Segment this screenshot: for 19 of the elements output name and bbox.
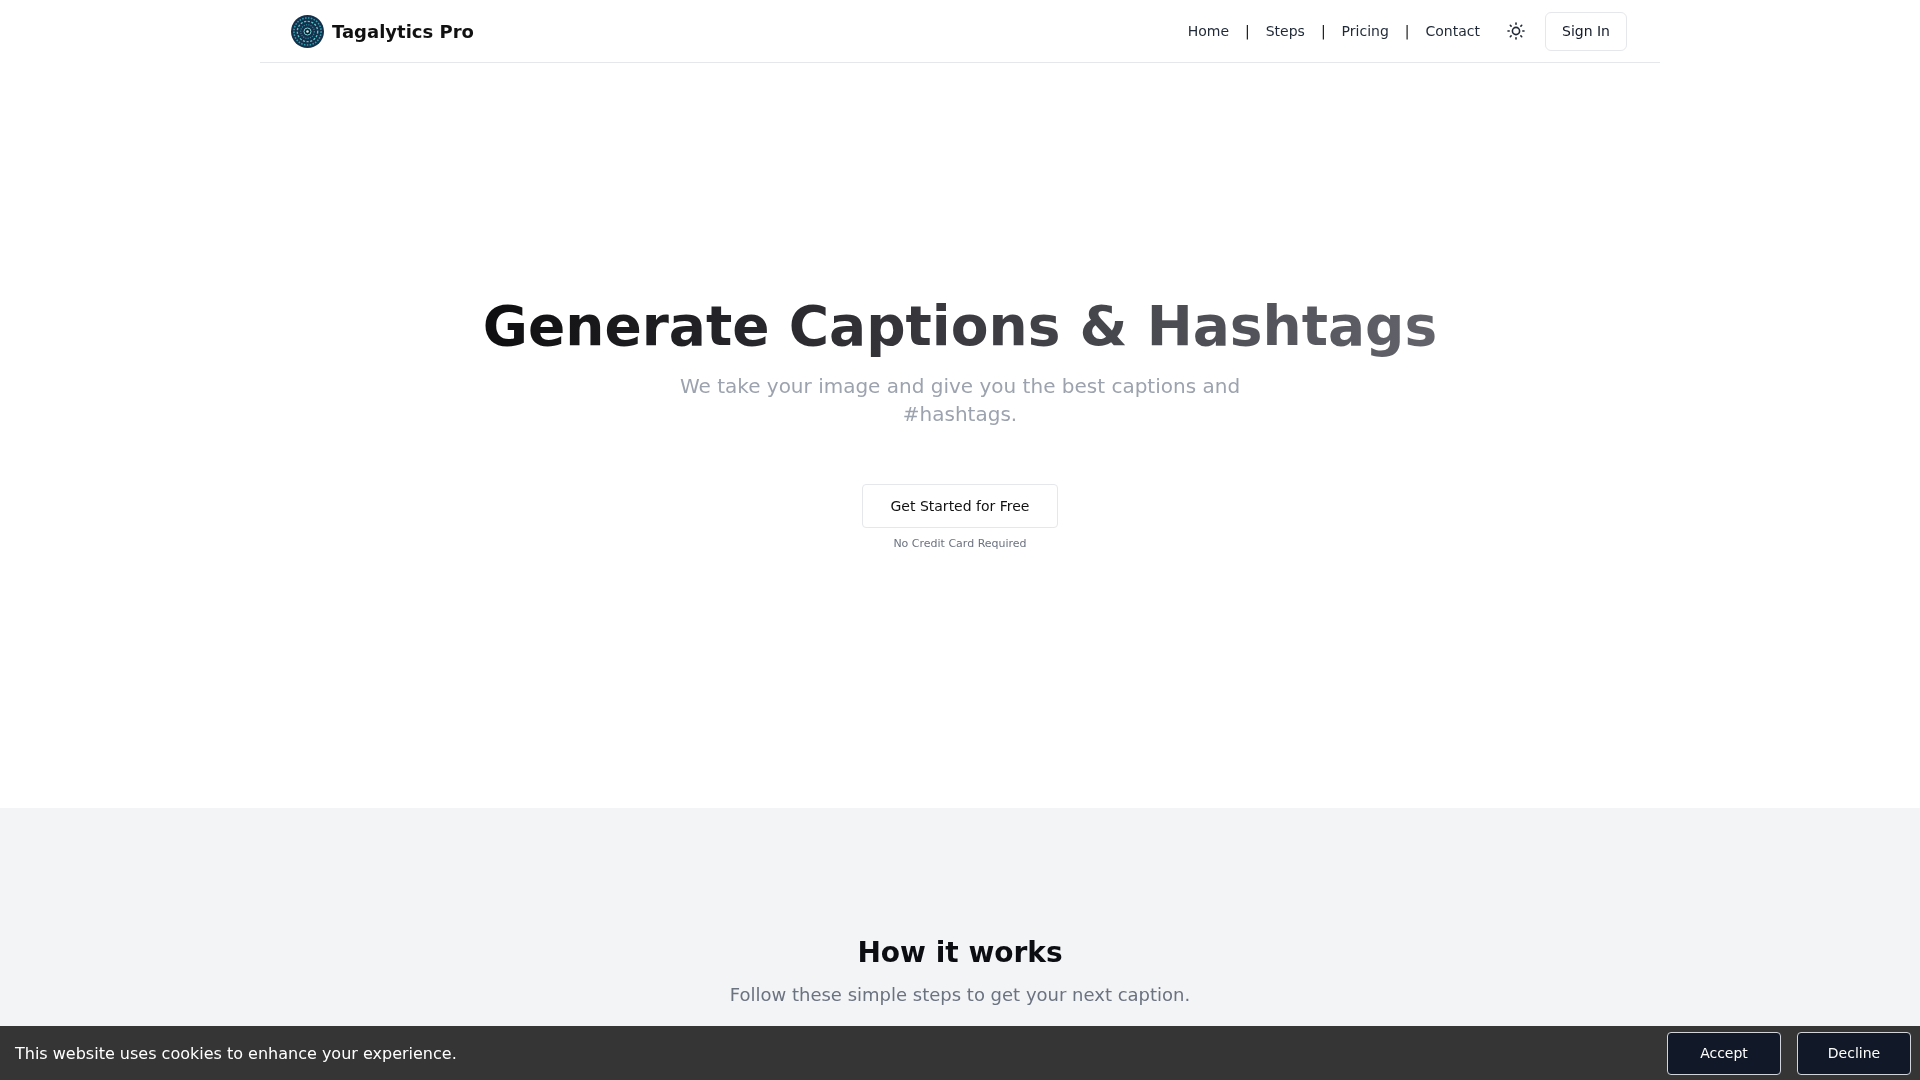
nav-separator: | (1320, 22, 1326, 41)
nav-link[interactable]: Contact (1425, 21, 1480, 41)
sign-in-button[interactable]: Sign In (1545, 11, 1627, 51)
nav-separator: | (1245, 22, 1250, 41)
no-credit-card-note: No Credit Card Required (893, 536, 1027, 552)
logo-icon[interactable] (291, 14, 324, 48)
nav-link[interactable]: Home (1187, 21, 1229, 41)
cookie-message: This website uses cookies to enhance your experience. (15, 1043, 457, 1063)
nav-link[interactable]: Pricing (1341, 21, 1389, 41)
hero-subtitle: We take your image and give you the best captions and #hashtags. (678, 373, 1242, 428)
section-subtitle: Follow these simple steps to get your next caption. (729, 983, 1191, 1007)
sun-icon[interactable] (1507, 22, 1525, 40)
nav-link[interactable]: Steps (1265, 21, 1305, 41)
section-title: How it works (857, 935, 1063, 971)
accept-button[interactable]: Accept (1667, 1031, 1781, 1075)
nav-separator: | (1404, 22, 1410, 41)
get-started-button[interactable]: Get Started for Free (861, 484, 1059, 528)
brand-name: Tagalytics Pro (332, 20, 474, 42)
decline-button[interactable]: Decline (1797, 1031, 1911, 1075)
